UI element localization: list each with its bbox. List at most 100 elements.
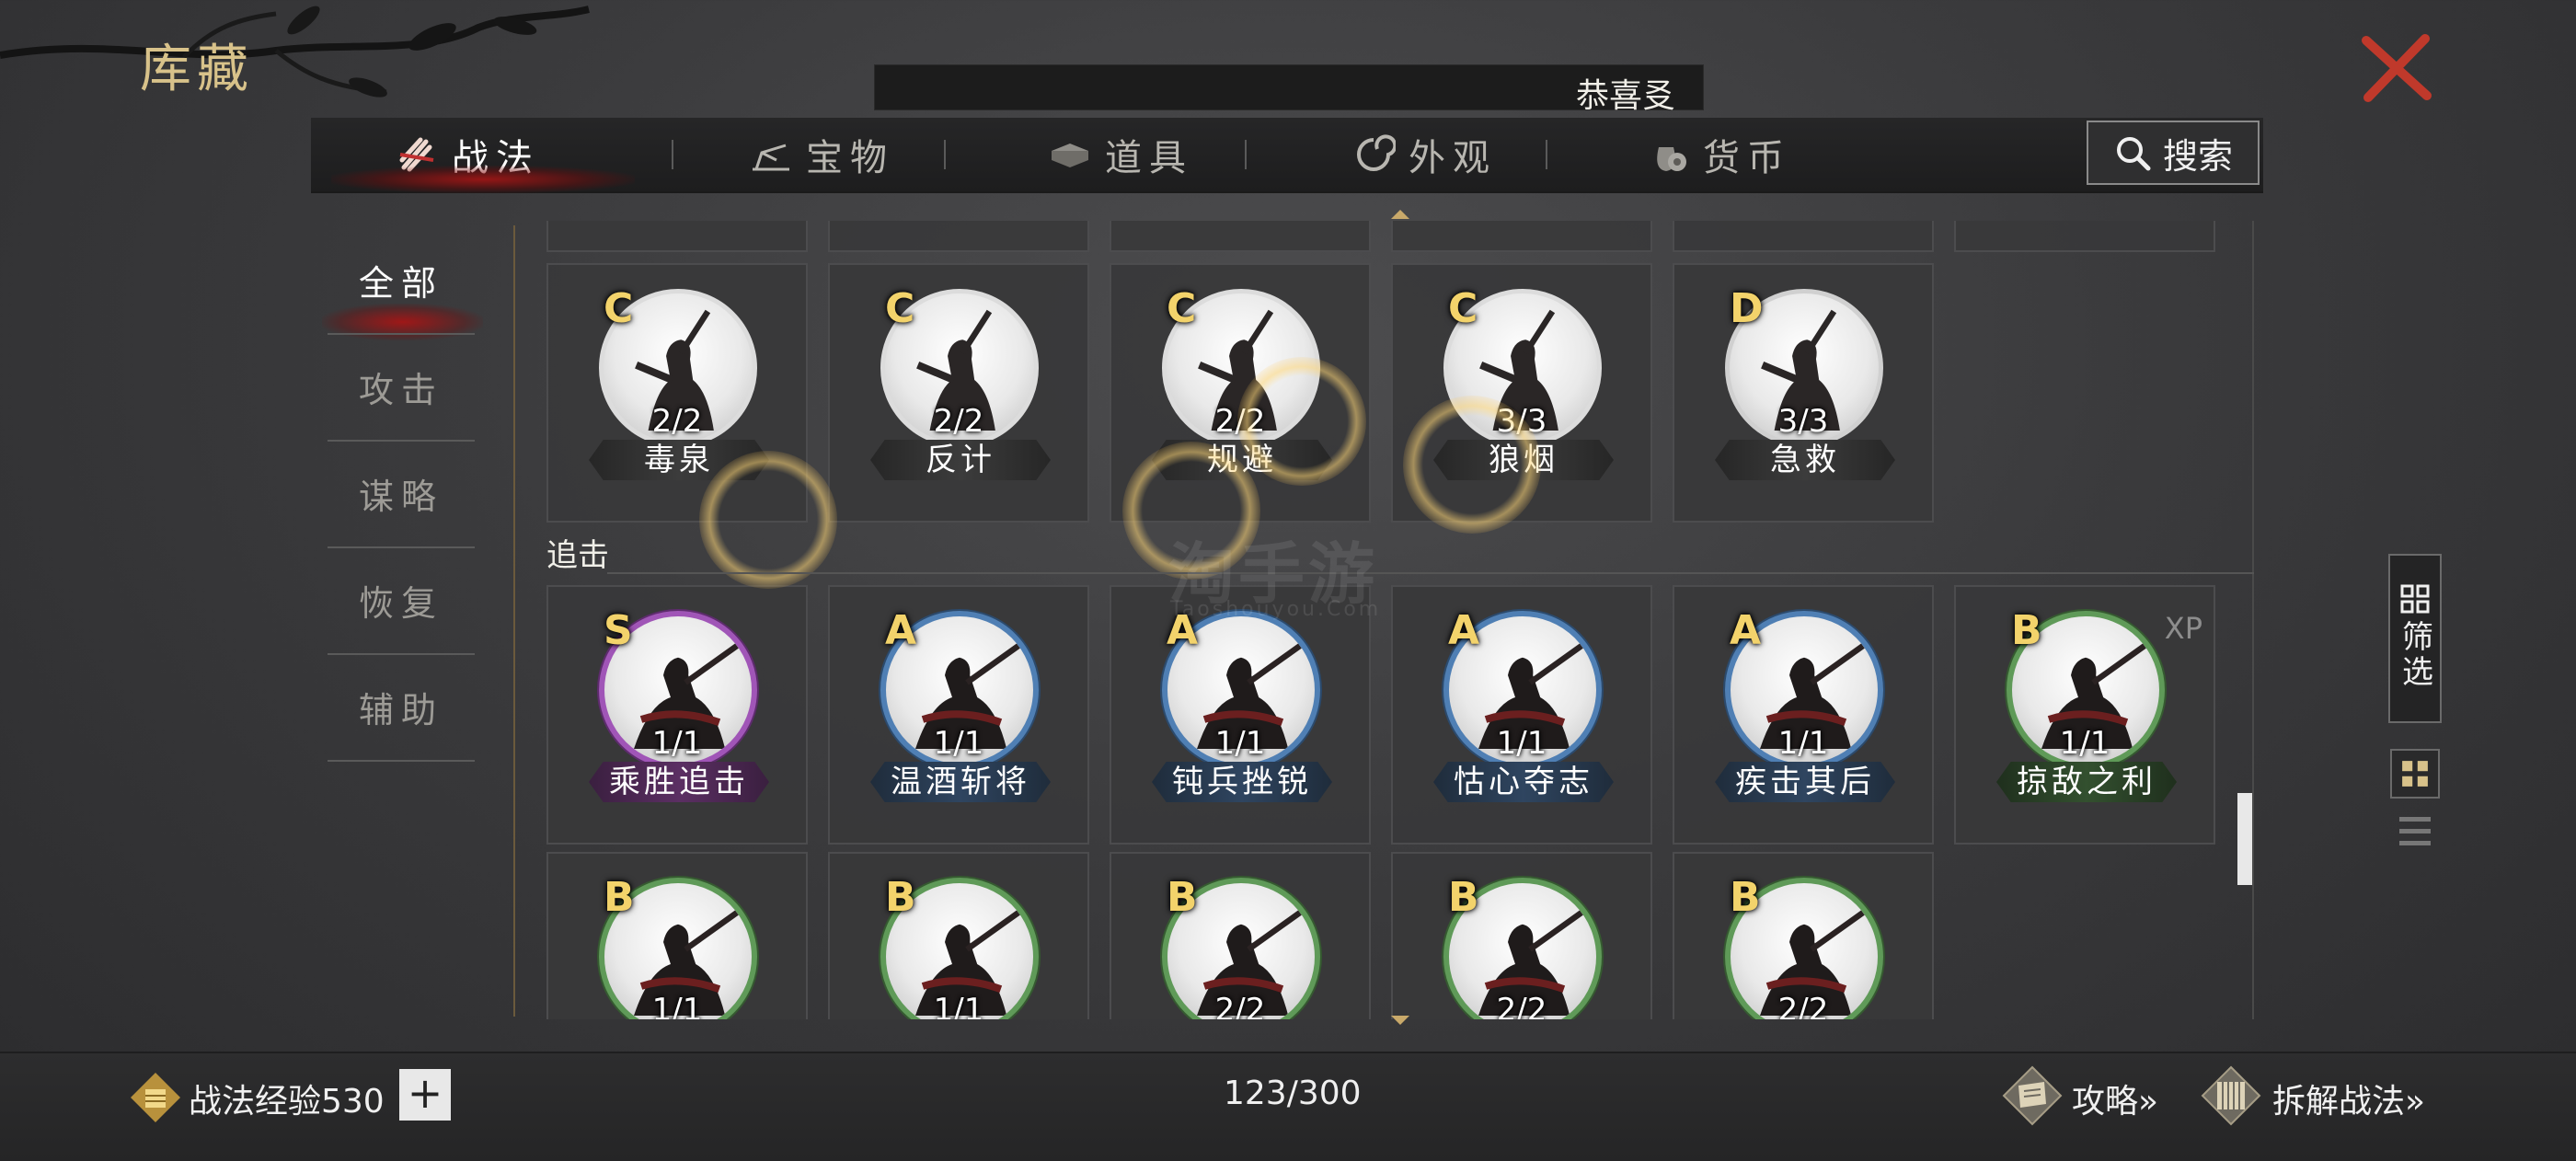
category-all[interactable]: 全部 xyxy=(328,226,475,333)
close-icon[interactable] xyxy=(2355,28,2438,110)
skill-count: 1/1 xyxy=(2059,725,2110,762)
tab-label: 外观 xyxy=(1409,137,1497,179)
tab-daoju[interactable]: 道具 xyxy=(1019,118,1222,191)
skill-count: 1/1 xyxy=(1777,725,1829,762)
skill-card[interactable]: A 1/1 怙心夺志 xyxy=(1391,585,1652,845)
skill-name: 反计 xyxy=(870,440,1051,480)
grid-filter-icon xyxy=(2400,584,2430,614)
guide-book-icon xyxy=(2002,1065,2063,1126)
skill-count: 3/3 xyxy=(1777,403,1829,440)
search-button[interactable]: 搜索 xyxy=(2087,121,2260,185)
skill-name: 乘胜追击 xyxy=(589,762,769,802)
skill-card[interactable]: C 2/2 反计 xyxy=(828,263,1089,523)
category-strategy[interactable]: 谋略 xyxy=(328,440,475,546)
skill-grade: B xyxy=(1167,874,1198,921)
inventory-capacity: 123/300 xyxy=(1224,1075,1362,1112)
skill-name: 毒泉 xyxy=(589,440,769,480)
skill-name: 怙心夺志 xyxy=(1433,762,1614,802)
skill-name: 钝兵挫锐 xyxy=(1152,762,1332,802)
skill-name: 狼烟 xyxy=(1433,440,1614,480)
skill-card[interactable]: C 2/2 规避 xyxy=(1110,263,1371,523)
section-title-pursuit: 追击 xyxy=(546,537,609,574)
skill-count: 2/2 xyxy=(1214,992,1266,1019)
skill-card[interactable]: A 1/1 钝兵挫锐 xyxy=(1110,585,1371,845)
skill-card[interactable]: B 2/2 xyxy=(1110,852,1371,1019)
skill-name: 疾击其后 xyxy=(1715,762,1895,802)
skill-name: 温酒斩将 xyxy=(870,762,1051,802)
skill-card[interactable]: B 1/1 掠敌之利 XP xyxy=(1954,585,2215,845)
skill-card[interactable]: C 2/2 毒泉 xyxy=(546,263,808,523)
scrollbar-thumb[interactable] xyxy=(2237,793,2252,885)
search-label: 搜索 xyxy=(2162,135,2233,177)
card-stub xyxy=(1110,221,1371,252)
tab-baowu[interactable]: 宝物 xyxy=(720,118,923,191)
grid-view-icon[interactable] xyxy=(2390,749,2440,799)
skill-grade: A xyxy=(1730,607,1762,654)
card-stub xyxy=(1391,221,1652,252)
skill-grade: D xyxy=(1730,285,1764,332)
skill-count: 1/1 xyxy=(1214,725,1266,762)
category-attack[interactable]: 攻击 xyxy=(328,333,475,440)
skill-grade: C xyxy=(885,285,915,332)
book-stack-icon xyxy=(1052,144,1088,167)
tab-divider xyxy=(672,140,673,169)
skill-card[interactable]: A 1/1 疾击其后 xyxy=(1673,585,1934,845)
active-tab-glow xyxy=(331,166,635,193)
panel-left-border xyxy=(513,225,515,1017)
skill-grade: C xyxy=(1167,285,1197,332)
skill-card[interactable]: D 3/3 急救 xyxy=(1673,263,1934,523)
skill-grade: A xyxy=(885,607,917,654)
skill-name: 规避 xyxy=(1152,440,1332,480)
filter-label: 筛选 xyxy=(2396,620,2433,690)
skill-count: 2/2 xyxy=(1777,992,1829,1019)
skill-card[interactable]: A 1/1 温酒斩将 xyxy=(828,585,1089,845)
skill-grade: B xyxy=(1730,874,1761,921)
skill-grade: B xyxy=(604,874,635,921)
tab-huobi[interactable]: 货币 xyxy=(1617,118,1820,191)
scroll-down-icon[interactable] xyxy=(1389,1014,1411,1027)
card-stub xyxy=(546,221,808,252)
page-title: 库藏 xyxy=(140,40,254,99)
section-divider xyxy=(607,572,2254,574)
xp-badge: XP xyxy=(2164,611,2202,646)
skill-card[interactable]: B 1/1 xyxy=(546,852,808,1019)
category-support[interactable]: 辅助 xyxy=(328,653,475,760)
skill-count: 1/1 xyxy=(651,725,703,762)
swirl-icon xyxy=(1357,134,1396,171)
card-stub xyxy=(1673,221,1934,252)
card-stub xyxy=(1954,221,2215,252)
skill-name: 急救 xyxy=(1715,440,1895,480)
skill-count: 3/3 xyxy=(1496,403,1547,440)
skill-grade: C xyxy=(604,285,634,332)
skill-card[interactable]: S 1/1 乘胜追击 xyxy=(546,585,808,845)
skill-count: 1/1 xyxy=(651,992,703,1019)
treasure-icon xyxy=(753,144,789,171)
add-exp-button[interactable]: + xyxy=(399,1069,451,1121)
category-recovery[interactable]: 恢复 xyxy=(328,546,475,653)
skill-card[interactable]: C 3/3 狼烟 xyxy=(1391,263,1652,523)
skill-grade: B xyxy=(885,874,916,921)
skill-card[interactable]: B 2/2 xyxy=(1673,852,1934,1019)
scroll-up-icon[interactable] xyxy=(1389,208,1411,221)
watermark-url: Taoshouyou.Com xyxy=(1170,598,1382,621)
marquee-text: 恭喜㕛 xyxy=(1575,77,1675,115)
tab-divider xyxy=(1546,140,1547,169)
tab-divider xyxy=(1245,140,1247,169)
search-icon xyxy=(2116,137,2151,171)
filter-button[interactable]: 筛选 xyxy=(2388,554,2442,723)
skill-count: 2/2 xyxy=(1214,403,1266,440)
skill-card[interactable]: B 2/2 xyxy=(1391,852,1652,1019)
skill-grade: B xyxy=(2011,607,2042,654)
decompose-button[interactable]: 拆解战法» xyxy=(2272,1075,2425,1122)
skill-grade: B xyxy=(1448,874,1479,921)
skill-count: 1/1 xyxy=(933,992,984,1019)
tab-waiguan[interactable]: 外观 xyxy=(1323,118,1525,191)
tab-label: 道具 xyxy=(1105,137,1193,179)
tab-label: 货币 xyxy=(1703,137,1791,179)
guide-button[interactable]: 攻略» xyxy=(2072,1075,2158,1122)
skill-card[interactable]: B 1/1 xyxy=(828,852,1089,1019)
skill-name: 掠敌之利 xyxy=(1996,762,2177,802)
skill-count: 2/2 xyxy=(1496,992,1547,1019)
list-view-icon[interactable] xyxy=(2398,813,2432,850)
announcement-marquee: 恭喜㕛 xyxy=(874,64,1704,115)
